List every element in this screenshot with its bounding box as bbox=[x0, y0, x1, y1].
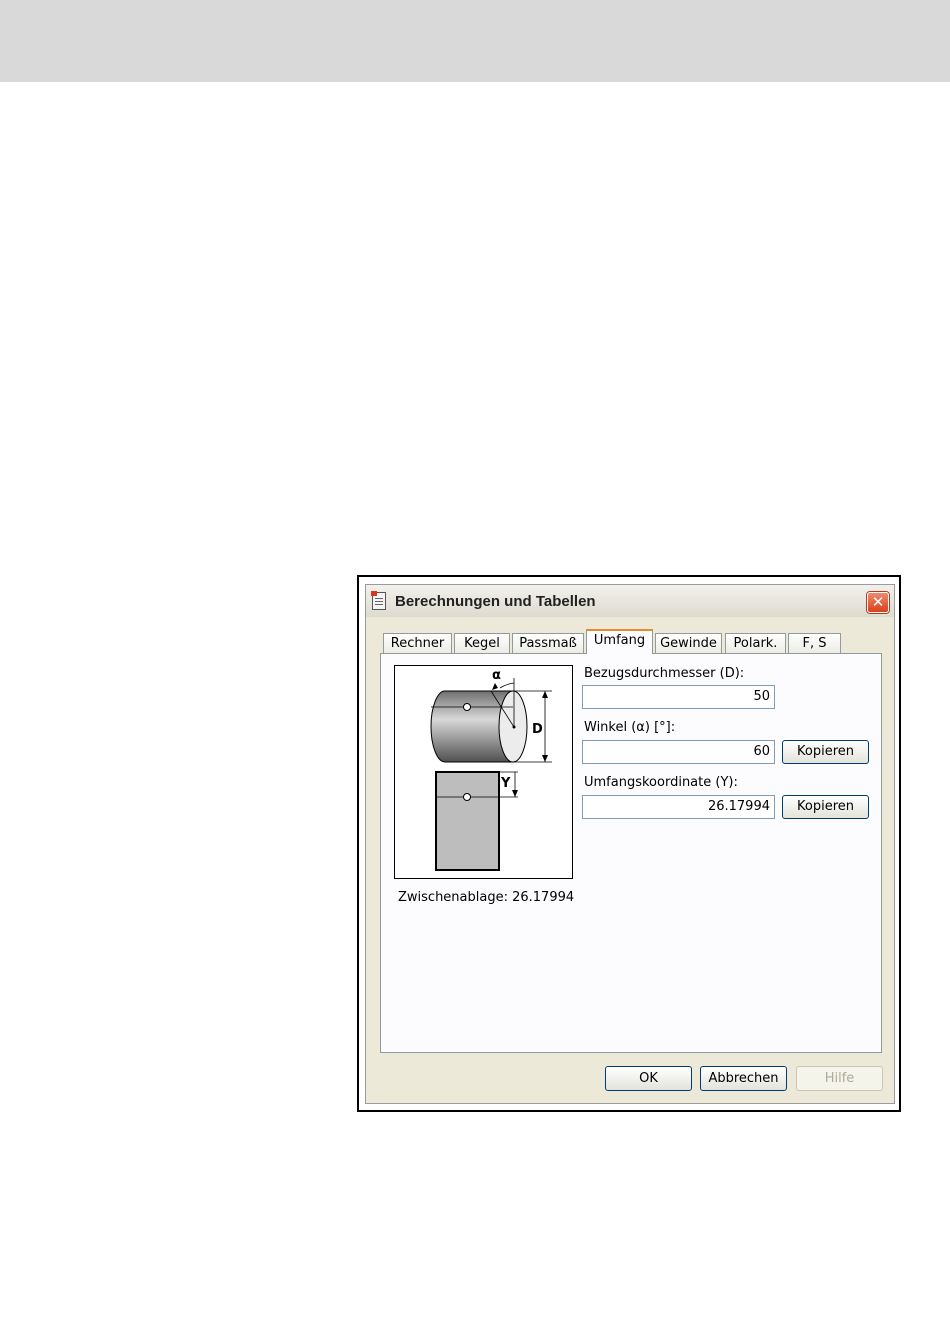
angle-label: Winkel (α) [°]: bbox=[584, 720, 676, 735]
coordinate-field[interactable]: 26.17994 bbox=[582, 795, 775, 819]
cylinder-diagram: α D Y bbox=[394, 665, 573, 879]
clipboard-status: Zwischenablage: 26.17994 bbox=[398, 890, 575, 905]
cylinder-point bbox=[463, 703, 471, 711]
y-label: Y bbox=[500, 776, 511, 791]
surface-point bbox=[463, 793, 471, 801]
cylinder-diagram-graphic: α D Y bbox=[430, 668, 552, 871]
tab-passmass[interactable]: Passmaß bbox=[512, 633, 584, 653]
tab-polark[interactable]: Polark. bbox=[725, 633, 786, 653]
angle-field[interactable]: 60 bbox=[582, 740, 775, 764]
diameter-label: Bezugsdurchmesser (D): bbox=[584, 666, 745, 681]
copy-coordinate-button[interactable]: Kopieren bbox=[782, 795, 869, 819]
help-button[interactable]: Hilfe bbox=[796, 1066, 883, 1091]
tab-umfang[interactable]: Umfang bbox=[586, 629, 653, 654]
calculator-icon bbox=[371, 591, 386, 610]
coordinate-label: Umfangskoordinate (Y): bbox=[584, 775, 738, 790]
close-button[interactable]: ✕ bbox=[867, 592, 889, 613]
tab-f-s[interactable]: F, S bbox=[788, 633, 841, 653]
tab-rechner[interactable]: Rechner bbox=[383, 633, 452, 653]
title-bar[interactable]: Berechnungen und Tabellen ✕ bbox=[366, 585, 894, 617]
tab-kegel[interactable]: Kegel bbox=[454, 633, 510, 653]
page-header-band bbox=[0, 0, 950, 82]
calculation-dialog: Berechnungen und Tabellen ✕ Rechner Kege… bbox=[365, 584, 895, 1104]
copy-angle-button[interactable]: Kopieren bbox=[782, 740, 869, 764]
close-icon: ✕ bbox=[871, 593, 885, 611]
diameter-label: D bbox=[532, 722, 543, 737]
window-title: Berechnungen und Tabellen bbox=[395, 593, 596, 610]
dimension-y: Y bbox=[500, 772, 518, 797]
diameter-field[interactable]: 50 bbox=[582, 685, 775, 709]
tab-panel-umfang: α D Y Zwischenablage: 26.17994 Bezugsdur… bbox=[380, 653, 882, 1053]
cancel-button[interactable]: Abbrechen bbox=[700, 1066, 787, 1091]
ok-button[interactable]: OK bbox=[605, 1066, 692, 1091]
alpha-label: α bbox=[492, 668, 501, 683]
tab-gewinde[interactable]: Gewinde bbox=[655, 633, 722, 653]
